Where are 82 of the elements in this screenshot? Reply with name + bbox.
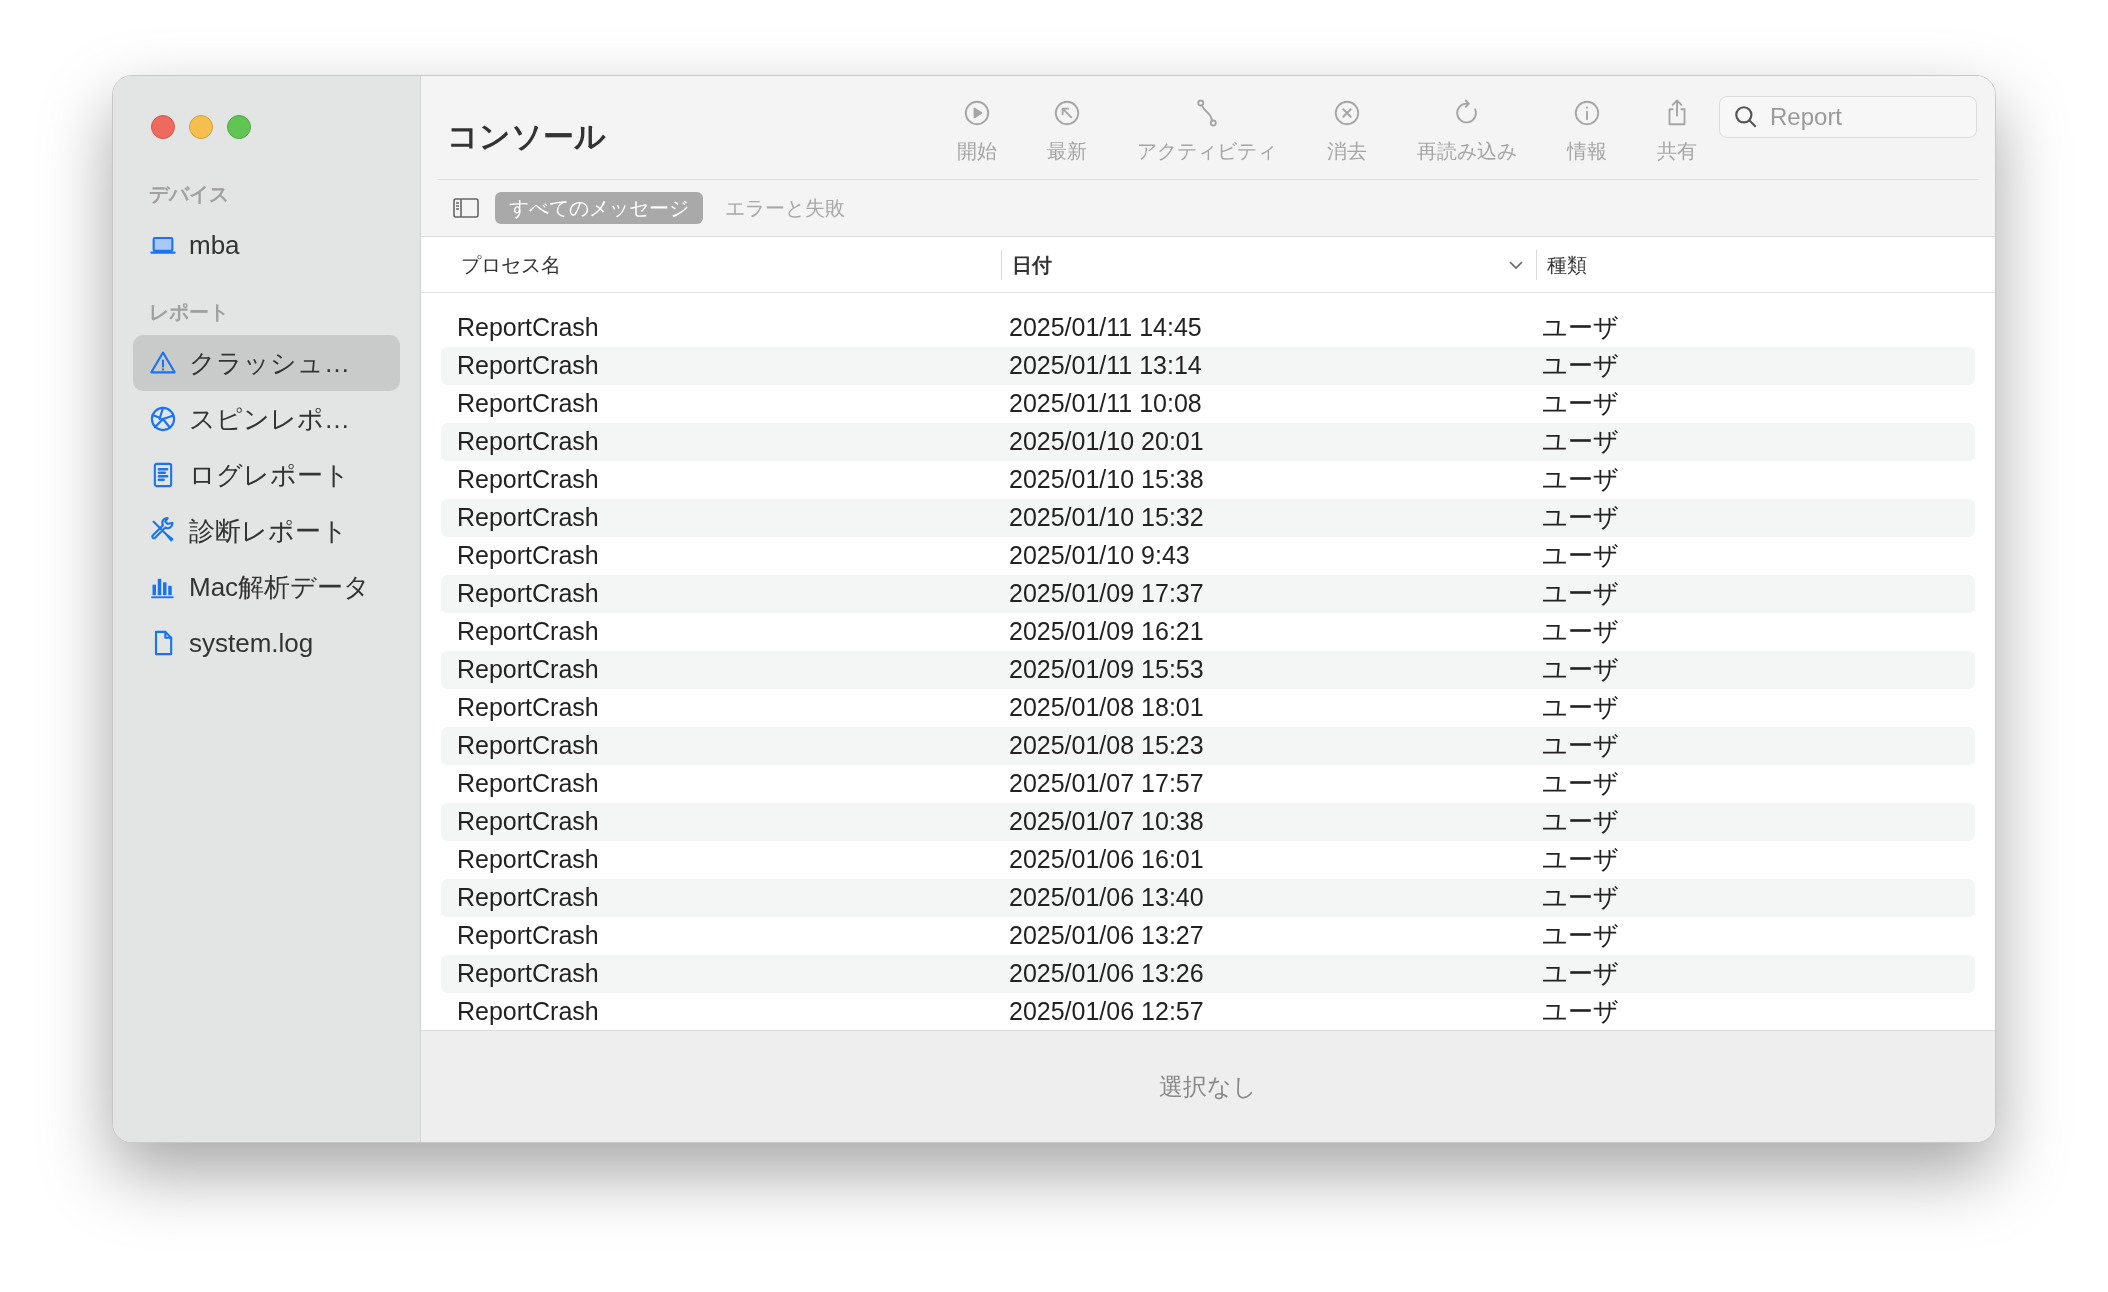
table-cell: ReportCrash <box>457 351 599 380</box>
table-cell: ユーザ <box>1542 579 1619 608</box>
table-cell: 2025/01/08 18:01 <box>1009 693 1204 722</box>
table-cell: ユーザ <box>1542 465 1619 494</box>
play-icon <box>962 98 992 128</box>
sidebar-item[interactable]: クラッシュ… <box>133 335 400 391</box>
table-cell: ユーザ <box>1542 655 1619 684</box>
table-cell: 2025/01/06 16:01 <box>1009 845 1204 874</box>
table-cell: 2025/01/11 14:45 <box>1009 313 1202 342</box>
search-icon <box>1733 104 1759 130</box>
table-cell: ReportCrash <box>457 731 599 760</box>
clear-icon <box>1332 98 1362 128</box>
table-cell: 2025/01/09 17:37 <box>1009 579 1204 608</box>
table-cell: ReportCrash <box>457 465 599 494</box>
table-cell: 2025/01/11 13:14 <box>1009 351 1202 380</box>
table-cell: 2025/01/06 12:57 <box>1009 997 1204 1026</box>
sidebar-item[interactable]: mba <box>133 217 400 273</box>
table-cell: 2025/01/07 17:57 <box>1009 769 1204 798</box>
table-cell: ReportCrash <box>457 997 599 1026</box>
table-cell: ReportCrash <box>457 503 599 532</box>
zoom-button[interactable] <box>227 115 251 139</box>
table-cell: 2025/01/06 13:40 <box>1009 883 1204 912</box>
table-cell: 2025/01/10 20:01 <box>1009 427 1204 456</box>
aperture-icon <box>149 405 177 433</box>
table-cell: ReportCrash <box>457 579 599 608</box>
table-cell: ユーザ <box>1542 731 1619 760</box>
table-cell: ユーザ <box>1542 313 1619 342</box>
chevron-down-icon[interactable] <box>1508 259 1524 270</box>
table-cell: 2025/01/10 9:43 <box>1009 541 1190 570</box>
sidebar-item[interactable]: スピンレポ… <box>133 391 400 447</box>
table-cell: 2025/01/09 16:21 <box>1009 617 1204 646</box>
table-cell: ユーザ <box>1542 617 1619 646</box>
table-cell: ReportCrash <box>457 845 599 874</box>
minimize-button[interactable] <box>189 115 213 139</box>
column-header[interactable]: 日付 <box>1012 249 1052 280</box>
close-button[interactable] <box>151 115 175 139</box>
sidebar-item[interactable]: Mac解析データ <box>133 559 400 615</box>
table-cell: ユーザ <box>1542 769 1619 798</box>
table-cell: 2025/01/11 10:08 <box>1009 389 1202 418</box>
table-cell: ReportCrash <box>457 427 599 456</box>
table-cell: ReportCrash <box>457 921 599 950</box>
table-cell: 2025/01/06 13:27 <box>1009 921 1204 950</box>
table-cell: ReportCrash <box>457 617 599 646</box>
info-icon <box>1572 98 1602 128</box>
table-cell: ユーザ <box>1542 503 1619 532</box>
sidebar-section-title: デバイス <box>148 182 230 207</box>
table-cell: ReportCrash <box>457 541 599 570</box>
table-cell: ユーザ <box>1542 883 1619 912</box>
table-cell: 2025/01/06 13:26 <box>1009 959 1204 988</box>
table-cell: ユーザ <box>1542 807 1619 836</box>
table-cell: ReportCrash <box>457 389 599 418</box>
sidebar-item[interactable]: system.log <box>133 615 400 671</box>
table-cell: ReportCrash <box>457 313 599 342</box>
sidebar-item[interactable]: 診断レポート <box>133 503 400 559</box>
table-cell: ReportCrash <box>457 883 599 912</box>
table-cell: 2025/01/10 15:38 <box>1009 465 1204 494</box>
column-header[interactable]: 種類 <box>1547 249 1587 280</box>
empty-selection-text: 選択なし <box>1159 1071 1257 1102</box>
table-cell: ReportCrash <box>457 769 599 798</box>
table-cell: ユーザ <box>1542 351 1619 380</box>
sidebar-section-title: レポート <box>148 300 230 325</box>
sidebar-item[interactable]: ログレポート <box>133 447 400 503</box>
table-cell: ユーザ <box>1542 997 1619 1026</box>
search-field[interactable]: Report <box>1719 96 1977 138</box>
table-cell: ユーザ <box>1542 921 1619 950</box>
table-cell: 2025/01/08 15:23 <box>1009 731 1204 760</box>
table-cell: ユーザ <box>1542 541 1619 570</box>
table-cell: ReportCrash <box>457 959 599 988</box>
table-cell: 2025/01/09 15:53 <box>1009 655 1204 684</box>
column-header[interactable]: プロセス名 <box>461 249 561 280</box>
table-cell: ReportCrash <box>457 655 599 684</box>
table-cell: ReportCrash <box>457 693 599 722</box>
window-title: コンソール <box>446 118 607 156</box>
table-cell: 2025/01/07 10:38 <box>1009 807 1204 836</box>
table-cell: ユーザ <box>1542 959 1619 988</box>
table-cell: ReportCrash <box>457 807 599 836</box>
table-cell: 2025/01/10 15:32 <box>1009 503 1204 532</box>
table-cell: ユーザ <box>1542 427 1619 456</box>
table-cell: ユーザ <box>1542 693 1619 722</box>
table-cell: ユーザ <box>1542 845 1619 874</box>
sidebar-toggle-icon[interactable] <box>453 197 479 219</box>
table-cell: ユーザ <box>1542 389 1619 418</box>
